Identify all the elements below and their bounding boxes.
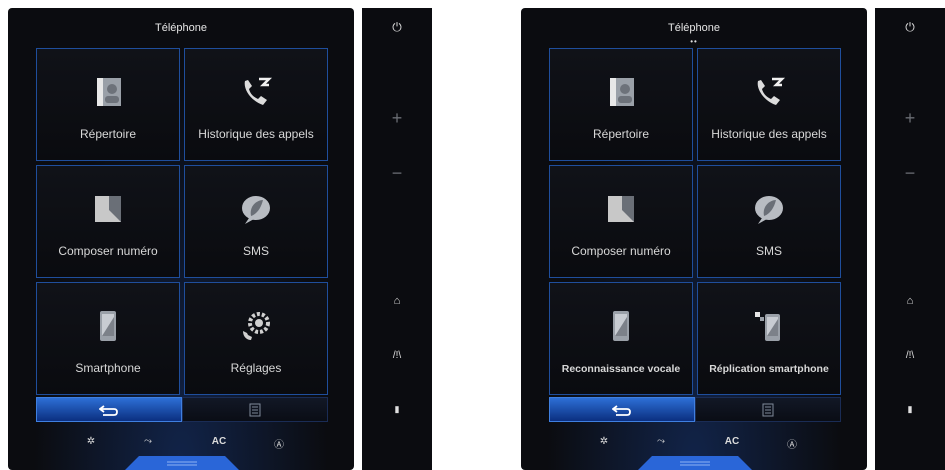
list-button[interactable] [182, 397, 328, 422]
tile-historique[interactable]: Historique des appels [184, 48, 328, 161]
navigation-icon[interactable]: /!\ [875, 350, 945, 361]
climate-bar: ✲ ⤳ AC Ⓐ [549, 436, 841, 454]
tile-label: Composer numéro [571, 244, 671, 258]
back-arrow-icon [612, 404, 631, 416]
tile-label: Réplication smartphone [709, 363, 829, 375]
tab-indicator[interactable] [125, 454, 239, 470]
tile-label: Répertoire [592, 127, 650, 141]
call-history-icon [244, 77, 273, 105]
tile-composer[interactable]: Composer numéro [36, 165, 180, 278]
smartphone-icon [613, 311, 629, 341]
tile-label: Historique des appels [711, 127, 827, 141]
fan-icon[interactable]: ✲ [589, 436, 619, 447]
phone-menu-screen: Téléphone •• Répertoire Historique des a… [521, 8, 867, 470]
tile-label: Composer numéro [58, 244, 158, 258]
call-history-icon [757, 77, 786, 105]
settings-icon [243, 312, 270, 340]
tile-label: SMS [755, 244, 782, 258]
head-unit-left: Téléphone Répertoire Historique des appe… [0, 0, 432, 470]
tile-label: Réglages [230, 361, 282, 375]
tile-label: Reconnaissance vocale [561, 363, 681, 375]
page-indicator[interactable]: •• [521, 38, 867, 46]
tile-sms[interactable]: SMS [184, 165, 328, 278]
tile-reconnaissance-vocale[interactable]: Reconnaissance vocale [549, 282, 693, 395]
air-flow-icon[interactable]: ⤳ [646, 436, 676, 447]
tile-label: SMS [242, 244, 269, 258]
tile-composer[interactable]: Composer numéro [549, 165, 693, 278]
tile-repertoire[interactable]: Répertoire [549, 48, 693, 161]
tab-indicator[interactable] [638, 454, 752, 470]
volume-up-button[interactable]: + [875, 108, 945, 129]
tile-reglages[interactable]: Réglages [184, 282, 328, 395]
home-icon[interactable]: ⌂ [362, 295, 432, 307]
phone-mode-icon[interactable]: ▮ [875, 404, 945, 415]
tile-label: Smartphone [75, 361, 141, 375]
side-control-panel: ⏻ + − ⌂ /!\ ▮ [362, 8, 432, 470]
tile-replication-smartphone[interactable]: Réplication smartphone [697, 282, 841, 395]
volume-down-button[interactable]: − [362, 163, 432, 184]
power-icon[interactable]: ⏻ [875, 20, 945, 35]
contacts-icon [610, 78, 634, 106]
back-button[interactable] [549, 397, 695, 422]
tile-historique[interactable]: Historique des appels [697, 48, 841, 161]
ac-button[interactable]: AC [717, 436, 747, 447]
sms-icon [755, 196, 783, 224]
tile-label: Répertoire [79, 127, 137, 141]
tile-repertoire[interactable]: Répertoire [36, 48, 180, 161]
sms-icon [242, 196, 270, 224]
ac-button[interactable]: AC [204, 436, 234, 447]
climate-bar: ✲ ⤳ AC Ⓐ [36, 436, 328, 454]
back-arrow-icon [99, 404, 118, 416]
tile-label: Historique des appels [198, 127, 314, 141]
bottom-bar [549, 397, 841, 422]
list-icon [762, 403, 774, 416]
home-icon[interactable]: ⌂ [875, 295, 945, 307]
phone-menu-screen: Téléphone Répertoire Historique des appe… [8, 8, 354, 470]
phone-mode-icon[interactable]: ▮ [362, 404, 432, 415]
dial-number-icon [608, 196, 634, 222]
tile-smartphone[interactable]: Smartphone [36, 282, 180, 395]
bottom-bar [36, 397, 328, 422]
side-control-panel: ⏻ + − ⌂ /!\ ▮ [875, 8, 945, 470]
screen-title: Téléphone [155, 22, 207, 34]
auto-climate-icon[interactable]: Ⓐ [777, 436, 807, 451]
tile-sms[interactable]: SMS [697, 165, 841, 278]
smartphone-replication-icon [755, 312, 780, 341]
air-flow-icon[interactable]: ⤳ [133, 436, 163, 447]
navigation-icon[interactable]: /!\ [362, 350, 432, 361]
back-button[interactable] [36, 397, 182, 422]
auto-climate-icon[interactable]: Ⓐ [264, 436, 294, 451]
list-icon [249, 403, 261, 416]
contacts-icon [97, 78, 121, 106]
list-button[interactable] [695, 397, 841, 422]
screen-title: Téléphone [668, 22, 720, 34]
smartphone-icon [100, 311, 116, 341]
fan-icon[interactable]: ✲ [76, 436, 106, 447]
dial-number-icon [95, 196, 121, 222]
head-unit-right: Téléphone •• Répertoire Historique des a… [513, 0, 945, 470]
volume-up-button[interactable]: + [362, 108, 432, 129]
volume-down-button[interactable]: − [875, 163, 945, 184]
power-icon[interactable]: ⏻ [362, 20, 432, 35]
